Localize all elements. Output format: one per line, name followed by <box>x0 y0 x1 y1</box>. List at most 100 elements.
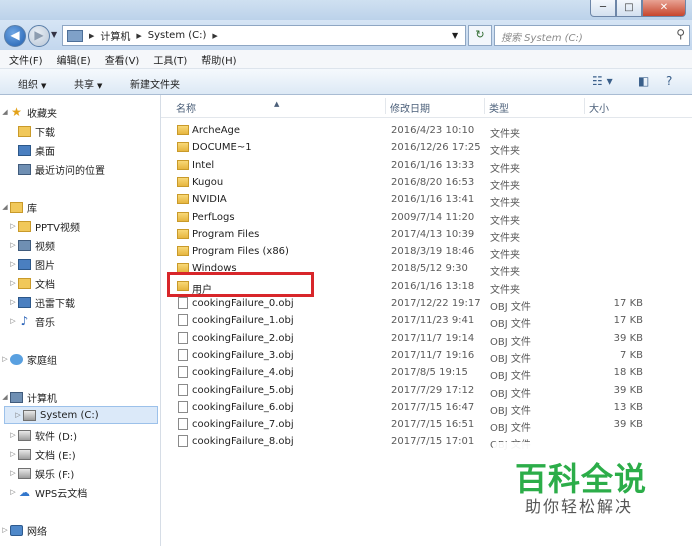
file-row[interactable]: cookingFailure_6.obj 2017/7/15 16:47 OBJ 文… <box>173 399 653 417</box>
column-name[interactable]: 名称 <box>176 100 196 115</box>
folder-row[interactable]: Kugou 2016/8/20 16:53 文件夹 <box>173 174 653 192</box>
file-row[interactable]: cookingFailure_5.obj 2017/7/29 17:12 OBJ 文… <box>173 382 653 400</box>
menu-edit[interactable]: 编辑(E) <box>48 52 96 67</box>
folder-row[interactable]: Program Files 2017/4/13 10:39 文件夹 <box>173 226 653 244</box>
breadcrumb-computer[interactable]: 计算机 <box>100 28 130 43</box>
expand-icon[interactable]: ▷ <box>0 355 10 363</box>
forward-button[interactable]: ▶ <box>28 25 50 47</box>
expand-icon[interactable]: ▷ <box>8 317 18 325</box>
folder-row[interactable]: ArcheAge 2016/4/23 10:10 文件夹 <box>173 122 653 140</box>
nav-videos[interactable]: ▷ 视频 <box>0 236 160 254</box>
nav-network[interactable]: ▷ 网络 <box>0 521 160 539</box>
file-row[interactable]: cookingFailure_1.obj 2017/11/23 9:41 OBJ 文… <box>173 312 653 330</box>
file-name: Intel <box>192 159 215 171</box>
expand-icon[interactable]: ▷ <box>8 279 18 287</box>
expand-icon[interactable]: ▷ <box>0 526 10 534</box>
expand-icon[interactable]: ▷ <box>8 298 18 306</box>
menu-help[interactable]: 帮助(H) <box>192 52 241 67</box>
view-options-icon[interactable]: ☷ ▾ <box>592 74 613 88</box>
computer-icon <box>67 29 83 42</box>
file-row[interactable]: cookingFailure_2.obj 2017/11/7 19:14 OBJ 文… <box>173 330 653 348</box>
file-date: 2017/7/15 17:01 <box>391 436 475 448</box>
menu-file[interactable]: 文件(F) <box>0 52 48 67</box>
menu-view[interactable]: 查看(V) <box>96 52 145 67</box>
back-button[interactable]: ◀ <box>4 25 26 47</box>
expand-icon[interactable]: ▷ <box>8 241 18 249</box>
picture-icon <box>18 258 31 270</box>
expand-icon[interactable]: ▷ <box>8 469 18 477</box>
file-row[interactable]: cookingFailure_7.obj 2017/7/15 16:51 OBJ 文… <box>173 416 653 434</box>
help-icon[interactable]: ? <box>666 74 672 88</box>
nav-label: 网络 <box>27 526 47 538</box>
folder-row[interactable]: Program Files (x86) 2018/3/19 18:46 文件夹 <box>173 243 653 261</box>
nav-favorites[interactable]: ◢ ★ 收藏夹 <box>0 103 160 121</box>
file-size: 13 KB <box>613 401 643 413</box>
search-icon[interactable]: ⚲ <box>676 27 685 41</box>
expand-icon[interactable]: ▷ <box>8 260 18 268</box>
file-name: cookingFailure_5.obj <box>192 384 294 396</box>
search-input[interactable]: 搜索 System (C:) ⚲ <box>494 25 690 46</box>
minimize-button[interactable]: ─ <box>590 0 616 17</box>
new-folder-button[interactable]: 新建文件夹 <box>130 76 180 91</box>
file-type: 文件夹 <box>490 146 520 158</box>
file-row[interactable]: cookingFailure_4.obj 2017/8/5 19:15 OBJ 文件… <box>173 364 653 382</box>
column-divider[interactable] <box>484 98 485 114</box>
recent-pages-dropdown[interactable]: ▼ <box>51 30 57 39</box>
expand-icon[interactable]: ▷ <box>13 411 23 419</box>
file-name: cookingFailure_2.obj <box>192 332 294 344</box>
refresh-button[interactable]: ↻ <box>468 25 492 46</box>
share-button[interactable]: 共享 ▼ <box>74 76 102 91</box>
search-placeholder: 搜索 System (C:) <box>501 33 583 44</box>
folder-row[interactable]: NVIDIA 2016/1/16 13:41 文件夹 <box>173 191 653 209</box>
nav-wps-cloud[interactable]: ▷ ☁ WPS云文档 <box>0 483 160 501</box>
drive-icon <box>18 429 31 441</box>
file-date: 2016/4/23 10:10 <box>391 125 475 136</box>
expand-icon[interactable]: ▷ <box>8 450 18 458</box>
maximize-button[interactable]: □ <box>616 0 642 17</box>
nav-label: 娱乐 (F:) <box>35 469 75 481</box>
nav-desktop[interactable]: 桌面 <box>0 141 160 159</box>
nav-drive-d[interactable]: ▷ 软件 (D:) <box>0 426 160 444</box>
nav-drive-e[interactable]: ▷ 文档 (E:) <box>0 445 160 463</box>
expand-icon[interactable]: ▷ <box>8 431 18 439</box>
nav-pictures[interactable]: ▷ 图片 <box>0 255 160 273</box>
nav-pptv[interactable]: ▷ PPTV视频 <box>0 217 160 235</box>
column-size[interactable]: 大小 <box>589 100 609 115</box>
organize-button[interactable]: 组织 ▼ <box>18 76 46 91</box>
nav-xunlei[interactable]: ▷ 迅雷下载 <box>0 293 160 311</box>
nav-label: 文档 (E:) <box>35 450 76 462</box>
folder-row[interactable]: PerfLogs 2009/7/14 11:20 文件夹 <box>173 209 653 227</box>
collapse-icon[interactable]: ◢ <box>0 108 10 116</box>
file-size: 17 KB <box>613 298 643 309</box>
folder-row[interactable]: DOCUME~1 2016/12/26 17:25 文件夹 <box>173 139 653 158</box>
file-row[interactable]: cookingFailure_0.obj 2017/12/22 19:17 OBJ … <box>173 295 653 313</box>
nav-music[interactable]: ▷ ♪ 音乐 <box>0 312 160 330</box>
collapse-icon[interactable]: ◢ <box>0 203 10 211</box>
column-date[interactable]: 修改日期 <box>390 100 430 115</box>
nav-drive-c[interactable]: ▷ System (C:) <box>4 406 158 424</box>
collapse-icon[interactable]: ◢ <box>0 393 10 401</box>
breadcrumb-drive[interactable]: System (C:) <box>148 30 207 41</box>
folder-row[interactable]: Intel 2016/1/16 13:33 文件夹 <box>173 157 653 175</box>
file-row[interactable]: cookingFailure_3.obj 2017/11/7 19:16 OBJ 文… <box>173 347 653 365</box>
expand-icon[interactable]: ▷ <box>8 488 18 496</box>
menu-tools[interactable]: 工具(T) <box>144 52 192 67</box>
file-name: Program Files <box>192 228 260 240</box>
preview-pane-icon[interactable]: ◧ <box>638 74 649 88</box>
address-dropdown[interactable]: ▼ <box>452 31 458 40</box>
nav-libraries[interactable]: ◢ 库 <box>0 198 160 216</box>
nav-recent[interactable]: 最近访问的位置 <box>0 160 160 178</box>
column-divider[interactable] <box>584 98 585 114</box>
nav-label: 最近访问的位置 <box>35 165 105 177</box>
column-divider[interactable] <box>385 98 386 114</box>
nav-downloads[interactable]: 下载 <box>0 122 160 140</box>
nav-documents[interactable]: ▷ 文档 <box>0 274 160 292</box>
close-button[interactable]: ✕ <box>642 0 686 17</box>
nav-drive-f[interactable]: ▷ 娱乐 (F:) <box>0 464 160 482</box>
file-size: 18 KB <box>613 367 643 379</box>
column-type[interactable]: 类型 <box>489 100 509 115</box>
nav-homegroup[interactable]: ▷ 家庭组 <box>0 350 160 368</box>
expand-icon[interactable]: ▷ <box>8 222 18 230</box>
address-bar[interactable]: ▶ 计算机 ▶ System (C:) ▶ <box>62 25 466 46</box>
nav-computer[interactable]: ◢ 计算机 <box>0 388 160 406</box>
